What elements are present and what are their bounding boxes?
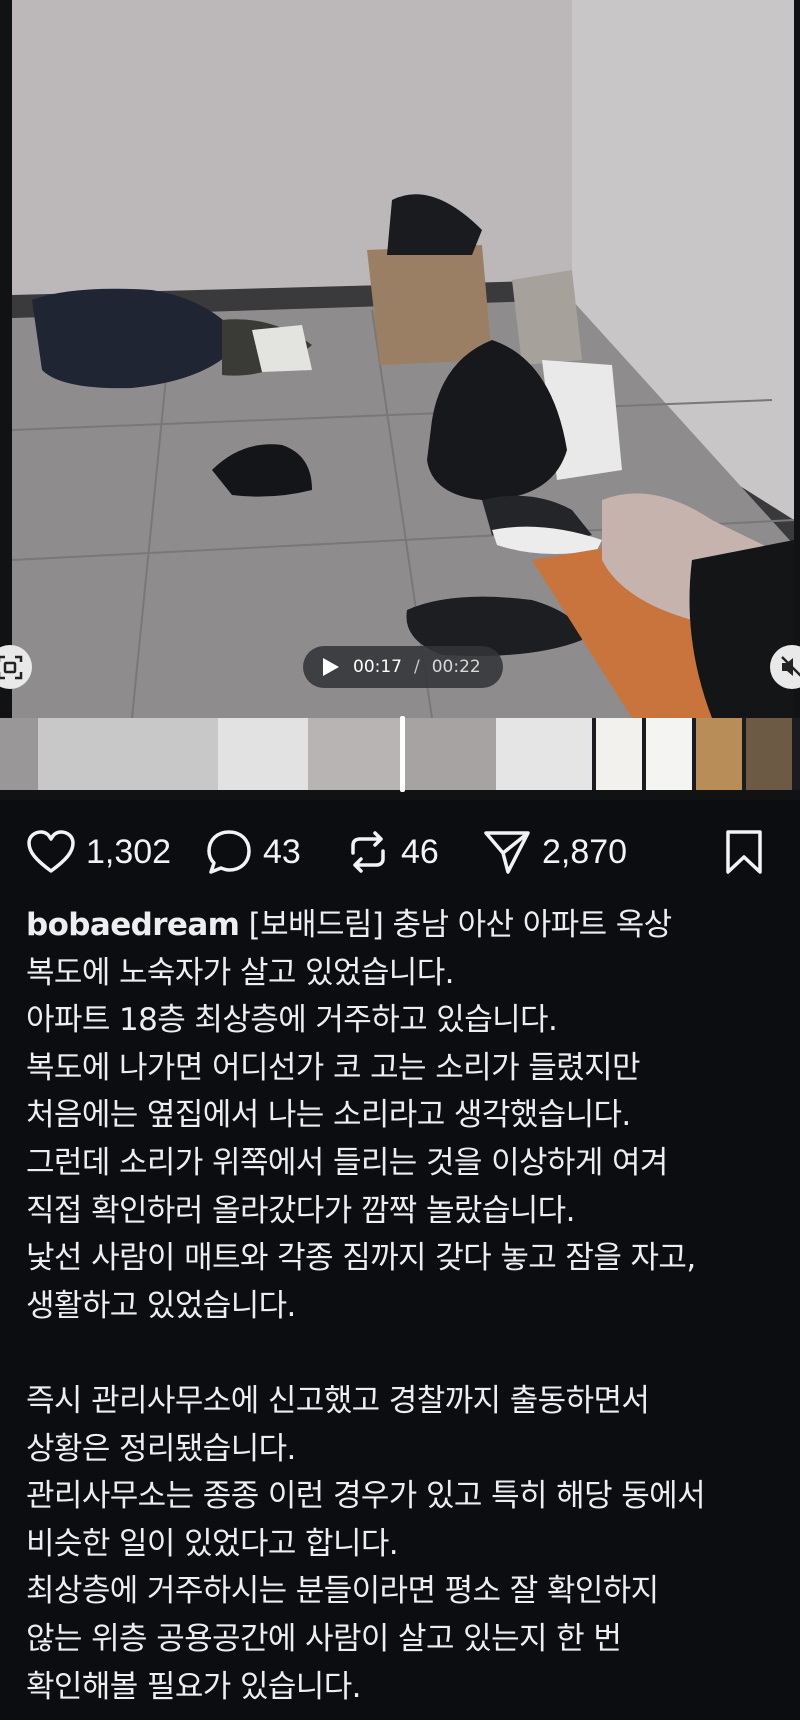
thumbnail-note[interactable] [596, 718, 642, 790]
repost-button[interactable]: 46 [345, 828, 439, 876]
caption-line: 생활하고 있었습니다. [26, 1287, 296, 1324]
caption-line: 아파트 18층 최상층에 거주하고 있습니다. [26, 1002, 558, 1039]
thumbnail-bottle[interactable] [746, 718, 792, 790]
caption-line: 최상층에 거주하시는 분들이라면 평소 잘 확인하지 [26, 1573, 659, 1610]
caption-line: 그런데 소리가 위쪽에서 들리는 것을 이상하게 여겨 [26, 1144, 668, 1181]
like-button[interactable]: 1,302 [26, 828, 171, 876]
caption-line: 복도에 노숙자가 살고 있었습니다. [26, 954, 455, 991]
caption-line: 상황은 정리됐습니다. [26, 1430, 296, 1467]
scrubber-frame [0, 718, 38, 790]
caption-line: 처음에는 옆집에서 나는 소리라고 생각했습니다. [26, 1097, 631, 1134]
comment-button[interactable]: 43 [205, 828, 301, 876]
scrubber-frame [218, 718, 308, 790]
caption-line: 직접 확인하러 올라갔다가 깜짝 놀랐습니다. [26, 1192, 575, 1229]
scrubber-frame [38, 718, 218, 790]
video-player[interactable]: 00:17 / 00:22 [0, 0, 800, 800]
post-action-bar: 1,302 43 46 2,870 [0, 800, 800, 900]
caption-line: 복도에 나가면 어디선가 코 고는 소리가 들렸지만 [26, 1049, 641, 1086]
caption-line: 낯선 사람이 매트와 각종 짐까지 갖다 놓고 잠을 자고, [26, 1240, 696, 1277]
caption-line: bobaedream [보배드림] 충남 아산 아파트 옥상 [26, 902, 786, 950]
repost-count: 46 [401, 832, 439, 871]
post-username[interactable]: bobaedream [26, 907, 240, 943]
save-button[interactable] [724, 828, 764, 876]
thumbnail-note[interactable] [646, 718, 692, 790]
heart-icon [27, 830, 75, 873]
scrubber-frame [308, 718, 400, 790]
mute-icon [781, 656, 800, 677]
share-count: 2,870 [542, 832, 628, 871]
comment-count: 43 [263, 832, 301, 871]
scrubber-playhead[interactable] [400, 716, 405, 792]
thumbnail-pizza[interactable] [696, 718, 742, 790]
video-frame[interactable] [12, 0, 794, 718]
scrubber-frame [400, 718, 496, 790]
screen-capture-icon [0, 655, 23, 680]
current-time: 00:17 [353, 657, 402, 677]
bookmark-icon [726, 830, 762, 874]
play-icon[interactable] [319, 656, 341, 678]
caption-text: [보배드림] 충남 아산 아파트 옥상 [248, 907, 673, 943]
caption-line: 확인해볼 필요가 있습니다. [26, 1668, 361, 1705]
playback-pill[interactable]: 00:17 / 00:22 [303, 646, 503, 688]
caption-line: 관리사무소는 종종 이런 경우가 있고 특히 해당 동에서 [26, 1478, 706, 1515]
caption-line: 즉시 관리사무소에 신고했고 경찰까지 출동하면서 [26, 1382, 650, 1419]
comment-bubble-icon [207, 830, 251, 874]
like-count: 1,302 [86, 832, 172, 871]
caption-line: 않는 위층 공용공간에 사람이 살고 있는지 한 번 [26, 1620, 622, 1657]
repost-icon [351, 831, 385, 873]
total-time: 00:22 [431, 657, 481, 677]
post-caption: bobaedream [보배드림] 충남 아산 아파트 옥상 복도에 노숙자가 … [26, 902, 786, 1711]
scrubber-frame [496, 718, 592, 790]
send-icon [484, 831, 530, 874]
time-separator: / [414, 657, 420, 677]
caption-line: 비슷한 일이 있었다고 합니다. [26, 1525, 399, 1562]
share-button[interactable]: 2,870 [482, 828, 627, 876]
